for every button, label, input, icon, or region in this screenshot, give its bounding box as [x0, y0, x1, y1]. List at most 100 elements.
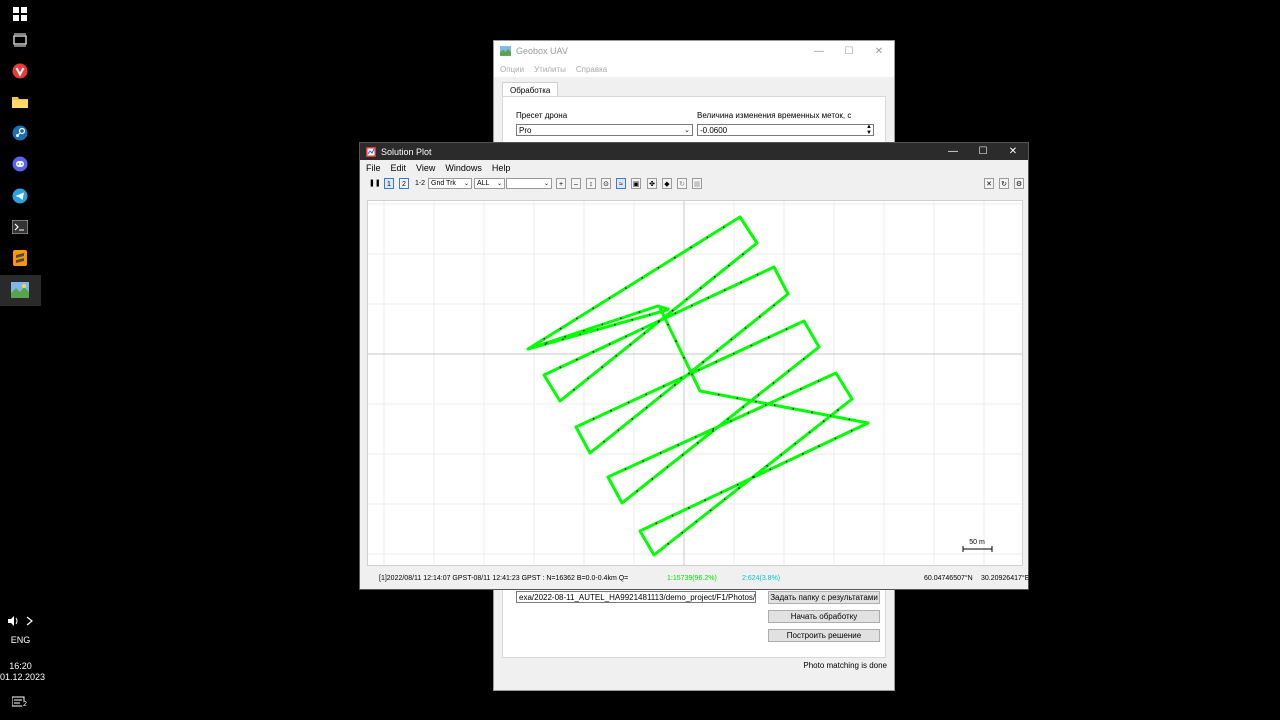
geobox-titlebar[interactable]: Geobox UAV — ☐ ✕ [494, 41, 894, 61]
photo-point [742, 406, 745, 408]
geobox-app-icon[interactable] [11, 281, 29, 299]
menu-file[interactable]: File [366, 163, 381, 173]
menu-help[interactable]: Справка [576, 65, 607, 74]
photo-point [706, 236, 709, 239]
clear-icon[interactable]: ✕ [984, 178, 994, 189]
photo-point [736, 483, 739, 486]
maximize-icon[interactable]: ☐ [834, 46, 864, 57]
photo-point [671, 309, 674, 312]
photo-point [794, 442, 797, 445]
preset-select[interactable]: Pro ⌄ [516, 124, 693, 136]
menu-windows[interactable]: Windows [445, 163, 482, 173]
task-view-icon[interactable] [11, 31, 29, 49]
solution-1-2-button[interactable]: 1-2 [413, 178, 427, 189]
solution-2-button[interactable]: 2 [399, 178, 409, 189]
center-origin-icon[interactable]: ⊙ [601, 178, 611, 189]
start-processing-button[interactable]: Начать обработку [768, 610, 880, 623]
ground-track-canvas[interactable]: 50 m [368, 201, 1022, 565]
photo-point [800, 388, 802, 390]
discord-icon[interactable] [11, 155, 29, 173]
photo-point [787, 370, 790, 372]
close-icon[interactable]: ✕ [864, 46, 894, 57]
photo-point [716, 349, 719, 352]
reload-icon[interactable]: ↻ [999, 178, 1009, 189]
file-explorer-icon[interactable] [11, 93, 29, 111]
solution-plot-titlebar[interactable]: Solution Plot — ☐ ✕ [360, 143, 1028, 160]
language-indicator[interactable]: ENG [0, 635, 41, 645]
photo-point [641, 327, 644, 330]
taskbar: ENG 16:20 01.12.2023 2 [0, 0, 45, 720]
results-path-field[interactable]: exa/2022-08-11_AUTEL_HA9921481113/demo_p… [516, 591, 756, 603]
photo-point [681, 454, 684, 456]
photo-point [657, 266, 660, 269]
photo-point [695, 520, 698, 523]
photo-point [645, 393, 648, 396]
photo-point [620, 317, 622, 320]
photo-point [662, 385, 665, 388]
photo-point [736, 397, 739, 399]
notification-icon[interactable]: 2 [11, 694, 29, 712]
volume-icon[interactable] [6, 612, 36, 630]
photo-point [707, 297, 710, 299]
photo-point [699, 287, 702, 289]
show-image-icon[interactable]: ▦ [692, 178, 702, 189]
plot-type-select[interactable]: Gnd Trk ⌄ [428, 178, 472, 189]
solution-1-button[interactable]: 1 [384, 178, 394, 189]
connect-lines-icon[interactable]: ≈ [616, 178, 626, 189]
ground-track-plot[interactable]: 50 m [367, 200, 1023, 566]
sublime-text-icon[interactable] [11, 249, 29, 267]
minimize-icon[interactable]: — [938, 146, 968, 157]
photo-point [764, 404, 767, 406]
photo-point [636, 490, 639, 492]
photo-point [704, 499, 706, 501]
photo-point [785, 328, 788, 331]
zoom-in-icon[interactable]: + [556, 178, 566, 189]
pause-icon[interactable]: ❚❚ [369, 178, 381, 189]
terminal-icon[interactable] [11, 218, 29, 236]
photo-point [772, 382, 775, 384]
solution-plot-window: Solution Plot — ☐ ✕ File Edit View Windo… [359, 142, 1029, 590]
fix-position-icon[interactable]: ◆ [662, 178, 672, 189]
menu-edit[interactable]: Edit [391, 163, 407, 173]
steam-icon[interactable] [11, 124, 29, 142]
menu-view[interactable]: View [416, 163, 435, 173]
maximize-icon[interactable]: ☐ [968, 146, 998, 157]
clock-time[interactable]: 16:20 [0, 661, 41, 671]
menu-help[interactable]: Help [492, 163, 511, 173]
gear-icon[interactable]: ⚙ [1014, 178, 1024, 189]
quality-select[interactable]: ALL ⌄ [474, 178, 505, 189]
zoom-out-icon[interactable]: – [571, 178, 581, 189]
fit-vertical-icon[interactable]: ↕ [586, 178, 596, 189]
build-solution-button[interactable]: Построить решение [768, 629, 880, 642]
notification-count: 2 [22, 701, 28, 708]
photo-point [729, 420, 732, 422]
photo-point [818, 445, 820, 447]
clock-date[interactable]: 01.12.2023 [0, 672, 45, 682]
minimize-icon[interactable]: — [804, 46, 834, 57]
photo-point [561, 338, 564, 341]
offset-spinbox[interactable]: -0.0600 ▲ ▼ [697, 124, 874, 136]
vivaldi-icon[interactable] [11, 62, 29, 80]
windows-icon[interactable] [11, 5, 29, 23]
close-icon[interactable]: ✕ [998, 146, 1028, 157]
center-position-icon[interactable]: ✤ [647, 178, 657, 189]
spin-arrows-icon[interactable]: ▲ ▼ [866, 124, 872, 136]
photo-point [697, 369, 700, 371]
menu-options[interactable]: Опции [500, 65, 524, 74]
preset-label: Пресет дрона [516, 111, 568, 120]
photo-point [694, 436, 697, 438]
set-results-folder-button[interactable]: Задать папку с результатами [768, 591, 880, 604]
photo-point [758, 315, 761, 318]
chevron-down-icon: ⌄ [543, 181, 549, 187]
scale-bar: 50 m [962, 539, 993, 552]
photo-point [651, 478, 654, 480]
telegram-icon[interactable] [11, 187, 29, 205]
photo-point [629, 343, 632, 346]
photo-point [615, 355, 618, 357]
photo-point [750, 344, 753, 347]
photo-point [738, 487, 740, 489]
show-map-icon[interactable]: ▣ [631, 178, 641, 189]
satellite-select[interactable]: ⌄ [506, 178, 552, 189]
menu-utilities[interactable]: Утилиты [534, 65, 566, 74]
animation-icon[interactable]: ↻ [677, 178, 687, 189]
